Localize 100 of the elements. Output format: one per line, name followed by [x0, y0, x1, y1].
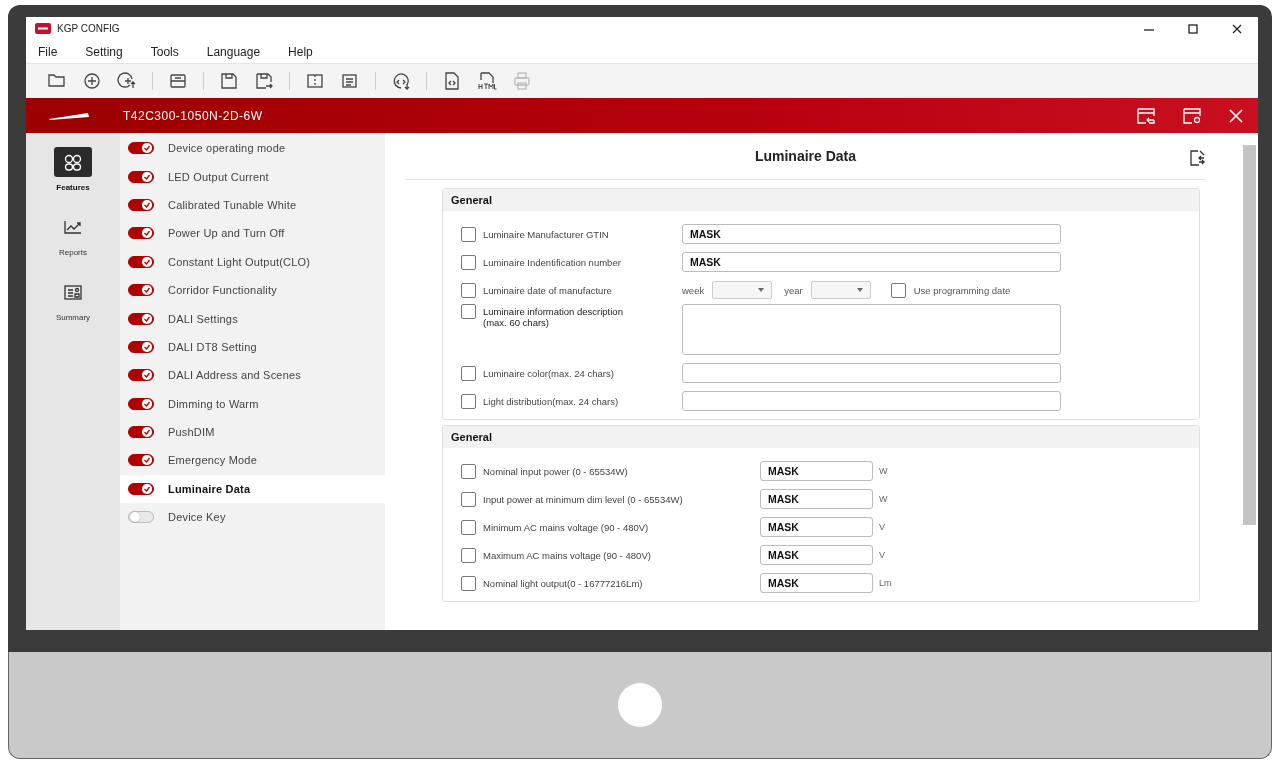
save-icon[interactable] — [219, 71, 239, 91]
device-icon[interactable] — [168, 71, 188, 91]
toggle-switch[interactable] — [128, 170, 154, 183]
toggle-switch[interactable] — [128, 142, 154, 155]
toggle-switch[interactable] — [128, 255, 154, 268]
check-icon — [143, 371, 151, 380]
menu-item[interactable]: File — [38, 44, 58, 59]
year-label: year — [784, 284, 803, 296]
field-label: Luminaire date of manufacture — [483, 284, 613, 296]
add-upload-icon[interactable] — [117, 71, 137, 91]
nav-item[interactable]: Features — [38, 147, 108, 192]
field-label: Luminaire Manufacturer GTIN — [483, 228, 610, 240]
menu-item[interactable]: Help — [288, 44, 313, 59]
menu-item[interactable]: Language — [206, 44, 261, 59]
field-label: Maximum AC mains voltage (90 - 480V) — [483, 549, 652, 561]
grid-icon — [62, 152, 84, 172]
split-panel-icon[interactable] — [305, 71, 325, 91]
input-field[interactable]: MASK — [682, 224, 1061, 244]
toggle-switch[interactable] — [128, 397, 154, 410]
field-label: Nominal input power (0 - 65534W) — [483, 465, 629, 477]
toggle-switch[interactable] — [128, 369, 154, 382]
file-import-icon[interactable] — [1188, 149, 1206, 167]
check-icon — [143, 399, 151, 408]
field-label: Minimum AC mains voltage (90 - 480V) — [483, 521, 650, 533]
caret-icon — [856, 288, 863, 292]
toggle-switch[interactable] — [128, 284, 154, 297]
feature-item[interactable]: DALI Settings — [120, 304, 385, 333]
toggle-switch[interactable] — [128, 454, 154, 467]
device-title: T42C300-1050N-2D-6W — [123, 108, 263, 123]
input-field[interactable]: MASK — [682, 252, 1061, 272]
check-icon — [143, 172, 151, 181]
document-icon[interactable] — [340, 71, 360, 91]
input-field[interactable]: MASK — [760, 461, 873, 481]
panel-title: Luminaire Data — [754, 148, 857, 164]
menu-item[interactable]: Setting — [85, 44, 123, 59]
dashboard-icon — [62, 282, 84, 302]
checkbox[interactable] — [461, 547, 476, 563]
checkbox[interactable] — [461, 393, 476, 409]
save-export-icon[interactable] — [254, 71, 274, 91]
feature-item[interactable]: Power Up and Turn Off — [120, 219, 385, 248]
checkbox[interactable] — [461, 519, 476, 535]
input-field[interactable] — [682, 304, 1061, 355]
feature-item[interactable]: Dimming to Warm — [120, 389, 385, 418]
code-file-icon[interactable] — [442, 71, 462, 91]
feature-item[interactable]: Constant Light Output(CLO) — [120, 247, 385, 276]
html-file-icon[interactable] — [477, 71, 497, 91]
feature-item[interactable]: Corridor Functionality — [120, 275, 385, 305]
feature-item[interactable]: Device Key — [120, 503, 385, 532]
check-icon — [143, 200, 151, 209]
nav-item[interactable]: Summary — [38, 277, 108, 322]
code-download-icon[interactable] — [391, 71, 411, 91]
feature-item[interactable]: DALI DT8 Setting — [120, 332, 385, 362]
checkbox[interactable] — [461, 491, 476, 507]
checkbox[interactable] — [461, 463, 476, 479]
close-icon[interactable] — [1232, 23, 1242, 34]
input-field[interactable] — [682, 363, 1061, 383]
toggle-switch[interactable] — [128, 426, 154, 439]
menu-item[interactable]: Tools — [150, 44, 179, 59]
checkbox[interactable] — [461, 575, 476, 591]
toggle-switch[interactable] — [128, 227, 154, 240]
check-icon — [143, 257, 151, 266]
window-settings-icon[interactable] — [1182, 106, 1202, 125]
toggle-switch[interactable] — [128, 340, 154, 353]
check-icon — [143, 314, 151, 323]
field-hint: (max. 60 chars) — [483, 317, 550, 328]
checkbox[interactable] — [890, 282, 906, 298]
toggle-switch[interactable] — [128, 482, 154, 495]
input-field[interactable] — [682, 391, 1061, 411]
input-field[interactable]: MASK — [760, 573, 873, 593]
toggle-switch[interactable] — [128, 511, 154, 524]
toggle-switch[interactable] — [128, 198, 154, 211]
input-field[interactable]: MASK — [760, 489, 873, 509]
feature-item[interactable]: Luminaire Data — [120, 474, 385, 504]
unit-label: W — [879, 466, 888, 476]
section-header: General — [443, 189, 1199, 211]
scrollbar[interactable] — [1243, 145, 1256, 525]
section-header: General — [443, 426, 1199, 448]
checkbox[interactable] — [461, 226, 476, 242]
checkbox[interactable] — [461, 304, 476, 319]
checkbox[interactable] — [461, 282, 476, 298]
check-icon — [143, 342, 151, 351]
add-icon[interactable] — [82, 71, 102, 91]
feature-item[interactable]: PushDIM — [120, 417, 385, 447]
feature-item[interactable]: DALI Address and Scenes — [120, 361, 385, 390]
unit-label: V — [879, 522, 885, 532]
feature-item[interactable]: Emergency Mode — [120, 446, 385, 475]
feature-item[interactable]: LED Output Current — [120, 162, 385, 191]
input-field[interactable]: MASK — [760, 545, 873, 565]
nav-item[interactable]: Reports — [38, 212, 108, 257]
feature-item[interactable]: Device operating mode — [120, 134, 385, 163]
maximize-icon[interactable] — [1188, 23, 1198, 34]
week-label: week — [682, 284, 705, 296]
checkbox[interactable] — [461, 365, 476, 381]
toggle-switch[interactable] — [128, 312, 154, 325]
feature-item[interactable]: Calibrated Tunable White — [120, 190, 385, 220]
check-icon — [143, 229, 151, 238]
input-field[interactable]: MASK — [760, 517, 873, 537]
window-swap-icon[interactable] — [1136, 106, 1156, 125]
checkbox[interactable] — [461, 254, 476, 270]
unit-label: Lm — [879, 578, 892, 588]
